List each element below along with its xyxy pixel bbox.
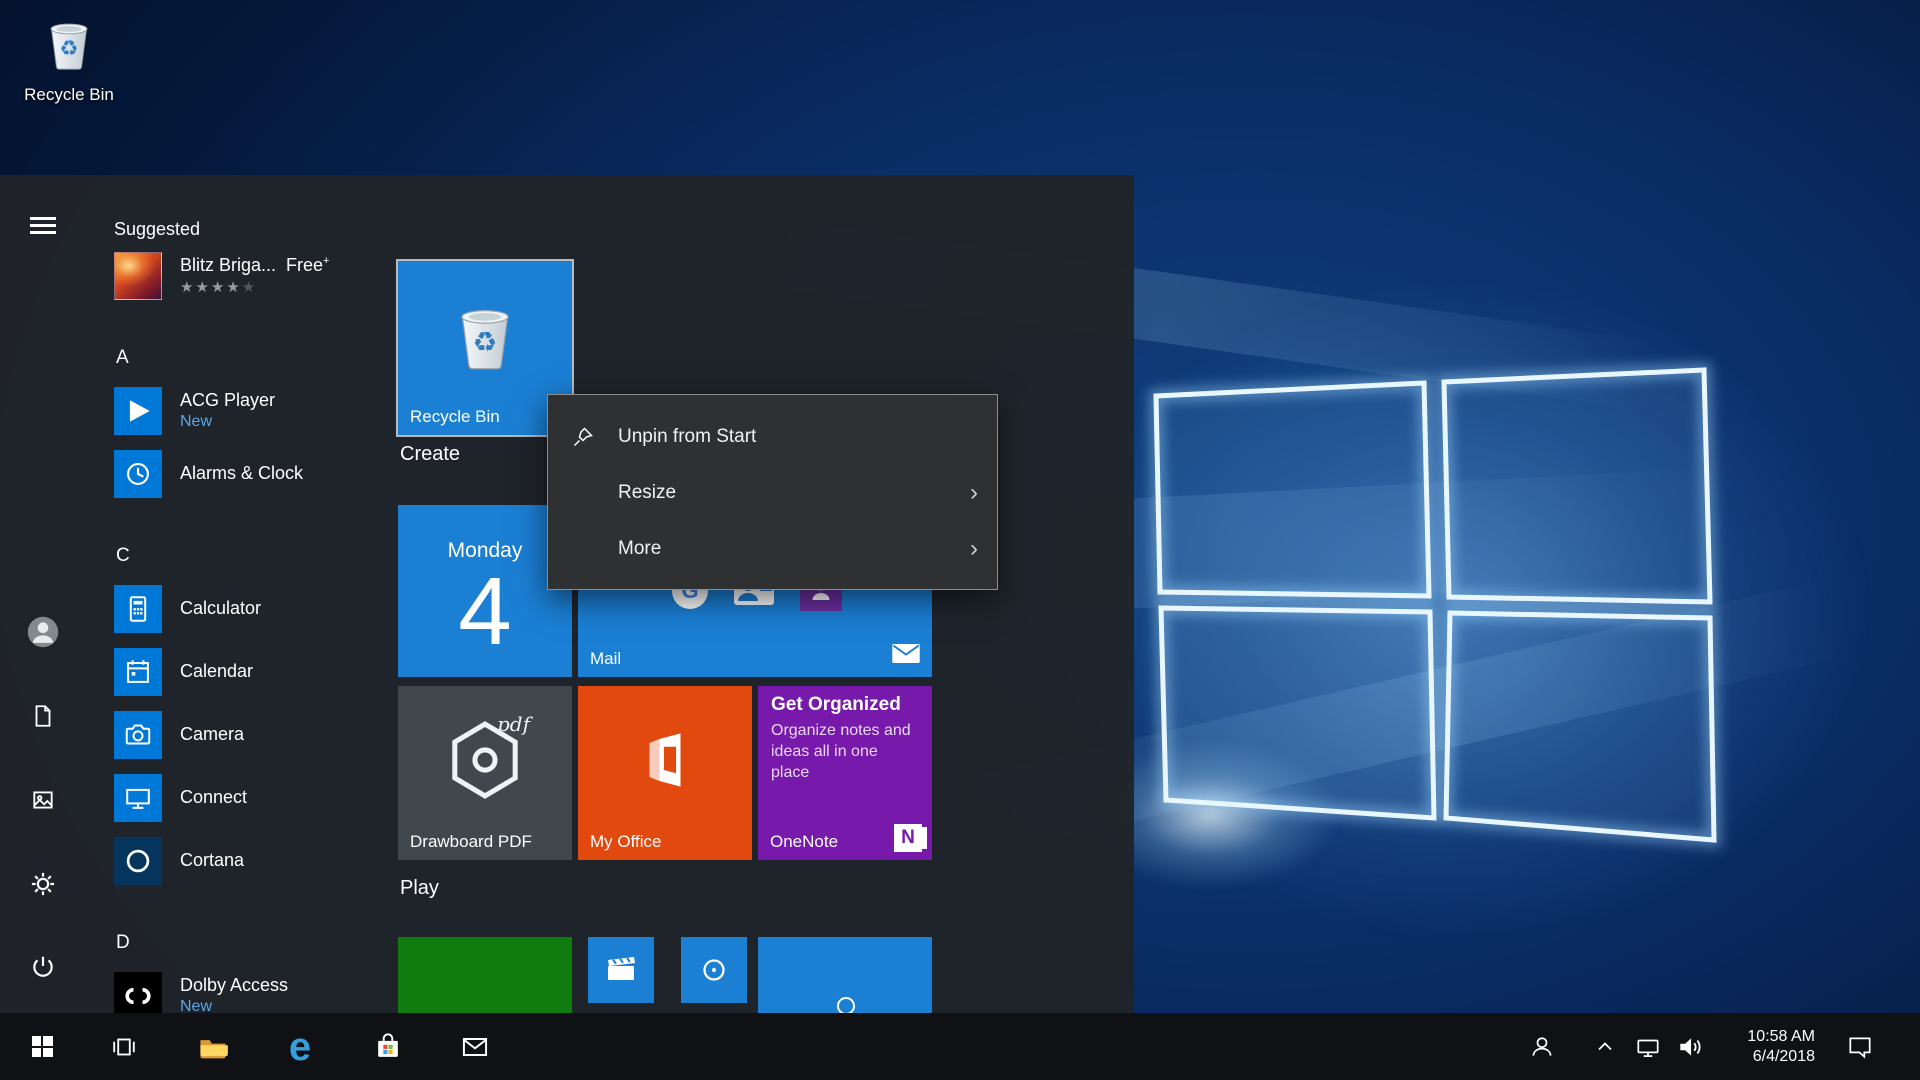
tile-app-icon bbox=[835, 995, 857, 1013]
network-icon bbox=[1634, 1033, 1662, 1061]
desktop-screen: ♻ Recycle Bin bbox=[0, 0, 1920, 1080]
menu-item-label: Unpin from Start bbox=[618, 426, 951, 448]
menu-item-label: Resize bbox=[618, 482, 951, 504]
tile-label: Drawboard PDF bbox=[410, 832, 532, 852]
svg-text:♻: ♻ bbox=[59, 37, 78, 61]
tile-label: Recycle Bin bbox=[410, 407, 500, 427]
tile-onenote[interactable]: Get Organized Organize notes and ideas a… bbox=[758, 686, 932, 860]
clapperboard-icon bbox=[601, 950, 641, 990]
recycle-bin-icon: ♻ bbox=[445, 295, 525, 375]
onenote-logo-icon: N bbox=[894, 824, 922, 852]
tile-game[interactable] bbox=[758, 937, 932, 1013]
edge-icon: e bbox=[289, 1027, 311, 1067]
action-center-icon bbox=[1846, 1033, 1874, 1061]
people-button[interactable] bbox=[1514, 1013, 1570, 1080]
onenote-body-text: Organize notes and ideas all in one plac… bbox=[771, 720, 911, 783]
onenote-headline: Get Organized bbox=[771, 694, 901, 716]
tile-grid: ♻ Recycle Bin Create Monday 4 G bbox=[0, 175, 1134, 1013]
tile-recycle-bin[interactable]: ♻ Recycle Bin bbox=[398, 261, 572, 435]
start-menu: Suggested Blitz Briga... Free+ ★★★★★ A bbox=[0, 175, 1134, 1013]
group-header-play[interactable]: Play bbox=[400, 877, 439, 900]
time-text: 10:58 AM bbox=[1700, 1027, 1815, 1047]
people-icon bbox=[1527, 1032, 1557, 1062]
taskbar: e bbox=[0, 1013, 1920, 1080]
unpin-icon bbox=[548, 425, 618, 449]
menu-item-more[interactable]: More › bbox=[548, 521, 997, 577]
tile-label: OneNote bbox=[770, 832, 838, 852]
desktop-icon-recycle-bin[interactable]: ♻ Recycle Bin bbox=[10, 10, 128, 105]
tile-movies-tv[interactable] bbox=[588, 937, 654, 1003]
date-text: 6/4/2018 bbox=[1700, 1047, 1815, 1067]
task-view-button[interactable] bbox=[96, 1013, 152, 1080]
edge-button[interactable]: e bbox=[272, 1013, 328, 1080]
group-header-create[interactable]: Create bbox=[400, 443, 460, 466]
svg-text:♻: ♻ bbox=[473, 326, 498, 357]
chevron-up-icon bbox=[1593, 1035, 1617, 1059]
action-center-button[interactable] bbox=[1832, 1013, 1888, 1080]
envelope-icon bbox=[892, 644, 920, 668]
tile-drawboard-pdf[interactable]: pdf Drawboard PDF bbox=[398, 686, 572, 860]
tile-label: Mail bbox=[590, 649, 621, 669]
office-logo-icon bbox=[634, 729, 696, 791]
disc-icon bbox=[695, 951, 733, 989]
folder-icon bbox=[197, 1031, 229, 1063]
mail-button[interactable] bbox=[447, 1013, 503, 1080]
windows-logo-icon bbox=[32, 1036, 53, 1057]
file-explorer-button[interactable] bbox=[185, 1013, 241, 1080]
mail-envelope-icon bbox=[459, 1031, 491, 1063]
clock[interactable]: 10:58 AM 6/4/2018 bbox=[1700, 1013, 1815, 1080]
store-bag-icon bbox=[372, 1031, 404, 1063]
desktop-icon-label: Recycle Bin bbox=[10, 85, 128, 105]
calendar-day-number: 4 bbox=[398, 557, 572, 667]
menu-item-unpin-from-start[interactable]: Unpin from Start bbox=[548, 409, 997, 465]
tile-label: My Office bbox=[590, 832, 661, 852]
tile-my-office[interactable]: My Office bbox=[578, 686, 752, 860]
submenu-chevron-icon: › bbox=[951, 535, 997, 563]
recycle-bin-icon: ♻ bbox=[38, 10, 100, 76]
task-view-icon bbox=[109, 1032, 139, 1062]
menu-item-label: More bbox=[618, 538, 951, 560]
store-button[interactable] bbox=[360, 1013, 416, 1080]
menu-item-resize[interactable]: Resize › bbox=[548, 465, 997, 521]
tile-groove-music[interactable] bbox=[681, 937, 747, 1003]
tile-calendar[interactable]: Monday 4 bbox=[398, 505, 572, 677]
start-button[interactable] bbox=[14, 1013, 70, 1080]
pdf-script-glyph: pdf bbox=[497, 712, 530, 736]
tile-xbox[interactable] bbox=[398, 937, 572, 1013]
tile-context-menu: Unpin from Start Resize › More › bbox=[547, 394, 998, 590]
submenu-chevron-icon: › bbox=[951, 479, 997, 507]
